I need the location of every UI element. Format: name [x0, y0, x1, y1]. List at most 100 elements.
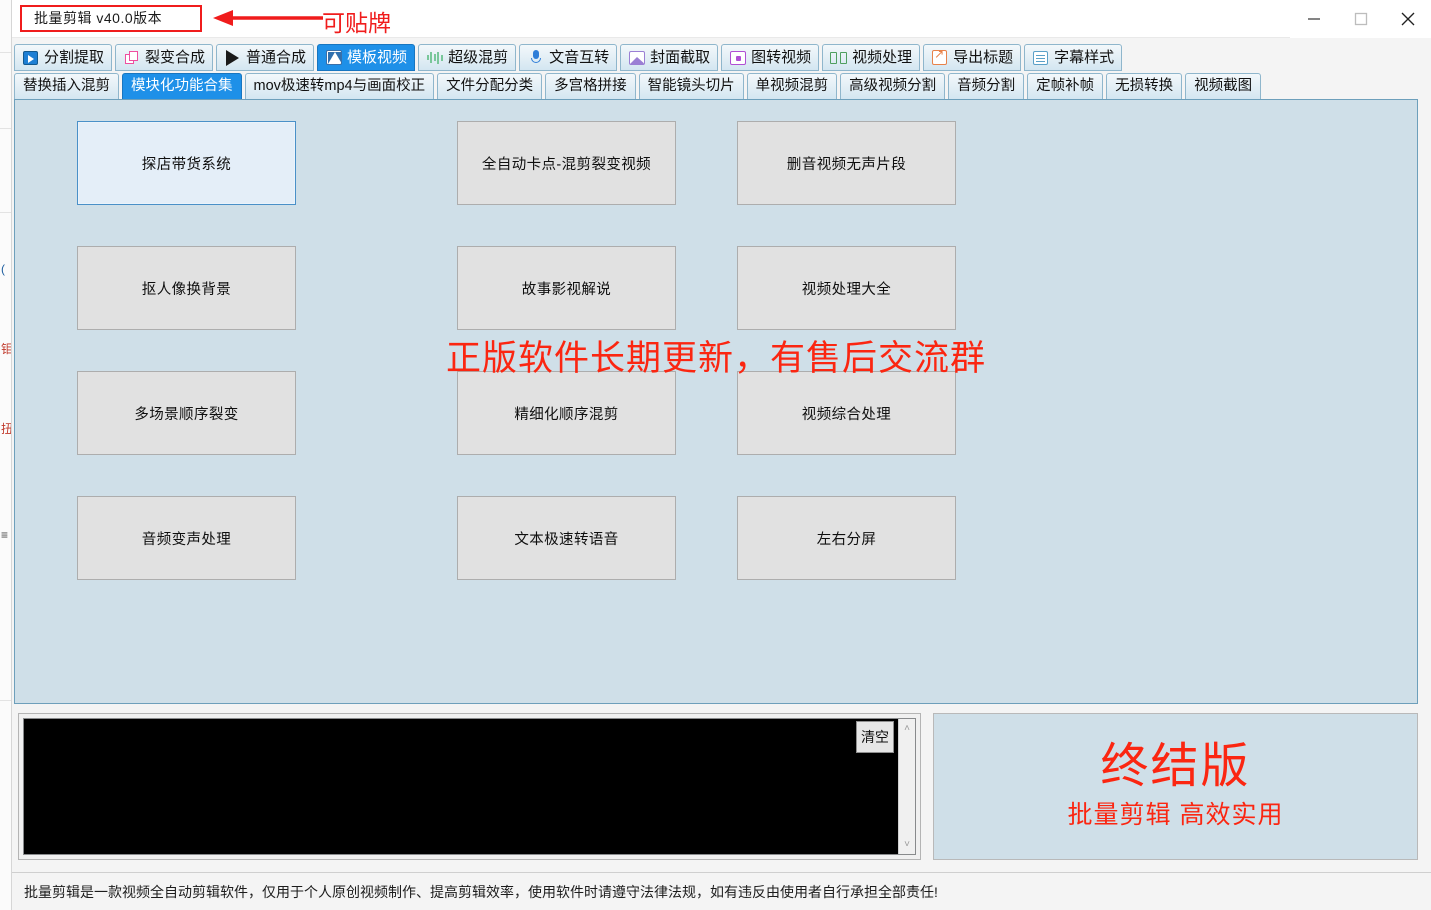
module-button-label: 音频变声处理	[141, 531, 232, 548]
tab-mov-to-mp4[interactable]: mov极速转mp4与画面校正	[244, 73, 435, 100]
module-button-video-comprehensive-process[interactable]: 视频综合处理	[737, 371, 956, 455]
tab-video-process[interactable]: 视频处理	[822, 44, 921, 71]
module-button-label: 左右分屏	[816, 531, 877, 548]
bg-fragment-2: 扭	[1, 422, 12, 436]
tab-split-extract[interactable]: 分割提取	[14, 44, 113, 71]
secondary-tab-bar: 替换插入混剪 模块化功能合集 mov极速转mp4与画面校正 文件分配分类 多宫格…	[14, 73, 1264, 100]
tab-label: 普通合成	[246, 49, 307, 66]
tab-subtitle-style[interactable]: 字幕样式	[1024, 44, 1123, 71]
tab-image-to-video[interactable]: 图转视频	[721, 44, 820, 71]
tab-label: 定帧补帧	[1036, 78, 1095, 95]
tab-label: 封面截取	[650, 49, 711, 66]
film-play-icon	[22, 49, 39, 66]
tab-video-screenshot[interactable]: 视频截图	[1185, 73, 1262, 100]
tab-label: 文音互转	[549, 49, 610, 66]
picture-icon	[628, 49, 645, 66]
module-button-left-right-split-screen[interactable]: 左右分屏	[737, 496, 956, 580]
tab-label: 单视频混剪	[755, 78, 829, 95]
log-panel: ˄ ˅ 清空	[18, 713, 921, 860]
tab-lossless-convert[interactable]: 无损转换	[1106, 73, 1183, 100]
tab-audio-split[interactable]: 音频分割	[948, 73, 1025, 100]
module-button-store-visit-sales[interactable]: 探店带货系统	[77, 121, 296, 205]
module-button-portrait-bg-replace[interactable]: 抠人像换背景	[77, 246, 296, 330]
bg-fragment-3: ≡	[1, 528, 9, 542]
bg-fragment-1: 钼	[1, 342, 12, 356]
tab-module-collection[interactable]: 模块化功能合集	[122, 73, 242, 100]
log-scrollbar[interactable]: ˄ ˅	[898, 719, 915, 854]
play-icon	[224, 49, 241, 66]
tab-label: 模块化功能合集	[131, 78, 233, 95]
tab-label: 视频截图	[1194, 78, 1253, 95]
scroll-down-icon[interactable]: ˅	[900, 837, 915, 852]
tab-single-video-mix[interactable]: 单视频混剪	[746, 73, 838, 100]
tab-fission-merge[interactable]: 裂变合成	[115, 44, 214, 71]
tab-label: 音频分割	[957, 78, 1016, 95]
module-content-panel: 探店带货系统 全自动卡点-混剪裂变视频 删音视频无声片段 抠人像换背景 故事影视…	[14, 99, 1418, 704]
maximize-button[interactable]	[1337, 0, 1384, 38]
module-button-audio-voice-change[interactable]: 音频变声处理	[77, 496, 296, 580]
tab-export-title[interactable]: 导出标题	[923, 44, 1022, 71]
microphone-icon	[527, 49, 544, 66]
tab-cover-capture[interactable]: 封面截取	[620, 44, 719, 71]
tab-normal-merge[interactable]: 普通合成	[216, 44, 315, 71]
log-output-textarea[interactable]	[24, 719, 898, 854]
tab-smart-shot-slice[interactable]: 智能镜头切片	[638, 73, 744, 100]
minimize-button[interactable]	[1290, 0, 1337, 38]
log-inner: ˄ ˅ 清空	[23, 718, 916, 855]
module-button-story-film-narration[interactable]: 故事影视解说	[457, 246, 676, 330]
tab-label: 视频处理	[852, 49, 913, 66]
tab-grid-stitch[interactable]: 多宫格拼接	[545, 73, 636, 100]
module-button-auto-beat-fission[interactable]: 全自动卡点-混剪裂变视频	[457, 121, 676, 205]
tab-label: 字幕样式	[1054, 49, 1115, 66]
waveform-icon	[426, 49, 443, 66]
tab-label: mov极速转mp4与画面校正	[253, 78, 426, 95]
scroll-up-icon[interactable]: ˄	[900, 721, 915, 736]
tab-super-mix[interactable]: 超级混剪	[418, 44, 517, 71]
module-button-label: 抠人像换背景	[141, 281, 232, 298]
annotation-arrow-icon	[213, 10, 323, 26]
export-icon	[931, 48, 948, 66]
tab-freeze-interp-frame[interactable]: 定帧补帧	[1027, 73, 1104, 100]
module-button-label: 文本极速转语音	[514, 531, 619, 548]
image-to-video-icon	[729, 49, 746, 66]
status-bar: 批量剪辑是一款视频全自动剪辑软件，仅用于个人原创视频制作、提高剪辑效率，使用软件…	[12, 872, 1431, 910]
promo-panel: 终结版 批量剪辑 高效实用	[933, 713, 1418, 860]
tab-label: 导出标题	[953, 49, 1014, 66]
module-button-text-to-speech[interactable]: 文本极速转语音	[457, 496, 676, 580]
tab-replace-insert-mix[interactable]: 替换插入混剪	[14, 73, 119, 100]
module-button-multi-scene-sequence-fission[interactable]: 多场景顺序裂变	[77, 371, 296, 455]
tab-label: 模板视频	[347, 49, 408, 66]
tab-advanced-video-split[interactable]: 高级视频分割	[840, 73, 946, 100]
module-button-label: 探店带货系统	[141, 156, 232, 173]
window-controls	[1290, 0, 1431, 38]
tab-label: 图转视频	[751, 49, 812, 66]
tab-file-classify[interactable]: 文件分配分类	[437, 73, 543, 100]
promo-headline: 终结版	[1100, 740, 1251, 794]
module-button-refined-sequence-mix[interactable]: 精细化顺序混剪	[457, 371, 676, 455]
template-icon	[325, 49, 342, 66]
module-button-label: 删音视频无声片段	[786, 156, 907, 173]
module-button-label: 视频综合处理	[801, 406, 892, 423]
tab-label: 分割提取	[44, 49, 105, 66]
close-button[interactable]	[1384, 0, 1431, 38]
module-button-label: 视频处理大全	[801, 281, 892, 298]
subtitle-icon	[1032, 49, 1049, 66]
tab-template-video[interactable]: 模板视频	[317, 44, 416, 71]
tab-text-audio-convert[interactable]: 文音互转	[519, 44, 618, 71]
module-button-label: 故事影视解说	[521, 281, 612, 298]
module-button-label: 多场景顺序裂变	[134, 406, 239, 423]
tab-label: 替换插入混剪	[23, 78, 110, 95]
annotation-label: 可贴牌	[322, 10, 391, 36]
tab-label: 高级视频分割	[849, 78, 937, 95]
tab-label: 超级混剪	[448, 49, 509, 66]
tab-label: 智能镜头切片	[647, 78, 735, 95]
background-window-sliver: ( 钼 扭 ≡	[0, 0, 12, 910]
module-button-video-process-all[interactable]: 视频处理大全	[737, 246, 956, 330]
module-button-remove-silent-segments[interactable]: 删音视频无声片段	[737, 121, 956, 205]
window-title: 批量剪辑 v40.0版本	[34, 10, 163, 26]
module-button-grid: 探店带货系统 全自动卡点-混剪裂变视频 删音视频无声片段 抠人像换背景 故事影视…	[77, 121, 956, 580]
clear-log-button[interactable]: 清空	[856, 721, 894, 753]
copy-icon	[123, 49, 140, 66]
primary-tab-bar: 分割提取 裂变合成 普通合成 模板视频 超级混剪 文音互转 封面截取 图转视频 …	[14, 44, 1125, 71]
module-button-label: 全自动卡点-混剪裂变视频	[481, 156, 652, 173]
